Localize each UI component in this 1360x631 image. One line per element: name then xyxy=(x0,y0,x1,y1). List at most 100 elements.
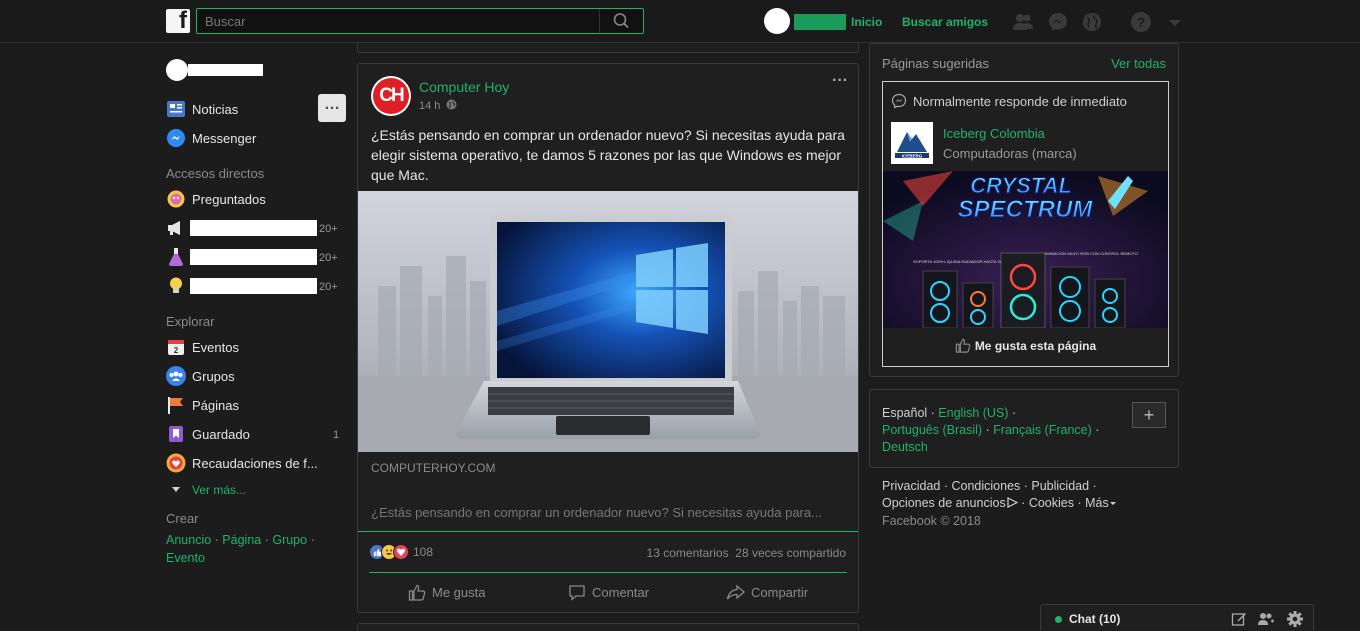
share-icon xyxy=(726,584,745,600)
language-link[interactable]: English (US) xyxy=(938,406,1008,420)
notifications-globe-icon[interactable] xyxy=(1081,11,1103,33)
megaphone-icon xyxy=(166,219,186,237)
post-link-image[interactable] xyxy=(358,191,858,452)
lightbulb-icon xyxy=(166,277,186,295)
ad-title-line2: SPECTRUM xyxy=(958,196,1094,223)
shortcut-count-badge: 20+ xyxy=(319,281,338,293)
share-button[interactable]: Compartir xyxy=(726,584,808,601)
ad-choices-link[interactable]: Opciones de anuncios xyxy=(882,496,1006,510)
friend-requests-icon[interactable] xyxy=(1012,11,1034,33)
sidebar-see-more-link[interactable]: Ver más... xyxy=(166,480,246,500)
sidebar-item-events[interactable]: 2 Eventos xyxy=(166,337,239,357)
news-feed-options-button[interactable]: … xyxy=(318,94,346,122)
create-ad-link[interactable]: Anuncio xyxy=(166,533,211,547)
ad-caption-left: SOPORTA 100% LIQUIDA RADIADOR HASTA 360M… xyxy=(913,259,1011,264)
sidebar-item-pages[interactable]: Páginas xyxy=(166,395,239,415)
language-line-1: Español · English (US) · xyxy=(882,406,1017,420)
privacy-link[interactable]: Privacidad xyxy=(882,479,940,493)
sidebar-item-saved[interactable]: Guardado xyxy=(166,424,250,444)
sidebar-item-shortcut-3[interactable] xyxy=(166,247,192,267)
comments-count[interactable]: 13 comentarios xyxy=(647,546,729,560)
explore-section-title: Explorar xyxy=(166,314,215,329)
chat-label: Chat (10) xyxy=(1069,612,1121,626)
post-timestamp[interactable]: 14 h xyxy=(419,99,457,112)
messages-icon[interactable] xyxy=(1047,11,1069,33)
create-event-link[interactable]: Evento xyxy=(166,551,205,565)
sidebar-item-shortcut-4[interactable] xyxy=(166,276,192,296)
search-icon xyxy=(613,13,629,29)
create-group-icon[interactable] xyxy=(1257,611,1275,627)
post-author-name[interactable]: Computer Hoy xyxy=(419,79,509,95)
footer-links: Privacidad · Condiciones · Publicidad · xyxy=(882,479,1097,493)
page-ad-image[interactable]: CRYSTAL SPECTRUM SOPORTA 100% LIQUIDA RA… xyxy=(883,171,1168,328)
sidebar-item-messenger[interactable]: Messenger xyxy=(166,128,256,148)
language-link[interactable]: Français (France) xyxy=(993,423,1092,437)
ad-title-line1: CRYSTAL xyxy=(970,173,1072,198)
more-link[interactable]: Más xyxy=(1085,496,1109,510)
language-link[interactable]: Deutsch xyxy=(882,440,928,454)
add-language-button[interactable]: + xyxy=(1132,402,1166,428)
comment-button[interactable]: Comentar xyxy=(568,584,649,601)
like-button[interactable]: Me gusta xyxy=(408,584,485,601)
sidebar-profile-name-redacted[interactable] xyxy=(188,64,263,76)
feed-post: CH Computer Hoy 14 h ··· ¿Estás pensando… xyxy=(357,63,859,613)
post-author-avatar[interactable]: CH xyxy=(371,76,411,116)
online-status-dot xyxy=(1055,616,1062,623)
chat-bar[interactable]: Chat (10) xyxy=(1040,604,1314,631)
copyright: Facebook © 2018 xyxy=(882,514,981,528)
link-description[interactable]: ¿Estás pensando en comprar un ordenador … xyxy=(371,505,822,520)
gear-icon[interactable] xyxy=(1286,610,1304,628)
sidebar-item-shortcut-2[interactable] xyxy=(166,218,192,238)
see-all-link[interactable]: Ver todas xyxy=(1111,56,1166,71)
search-input[interactable] xyxy=(197,9,597,33)
reaction-count: 108 xyxy=(413,545,434,559)
facebook-logo[interactable]: f xyxy=(166,7,190,34)
sidebar-item-fundraisers[interactable]: Recaudaciones de f... xyxy=(166,453,318,473)
top-navigation-bar: f Inicio Buscar amigos ? xyxy=(0,0,1360,43)
like-page-label: Me gusta esta página xyxy=(974,338,1097,353)
messenger-outline-icon xyxy=(891,93,907,109)
iceberg-logo[interactable]: ICEBERG xyxy=(891,122,933,164)
divider xyxy=(358,531,858,532)
nav-find-friends-link[interactable]: Buscar amigos xyxy=(902,15,988,29)
help-icon[interactable]: ? xyxy=(1130,11,1152,33)
shortcut-count-badge: 20+ xyxy=(319,223,338,235)
sidebar-profile-avatar[interactable] xyxy=(166,59,188,81)
terms-link[interactable]: Condiciones xyxy=(951,479,1020,493)
responds-text: Normalmente responde de inmediato xyxy=(913,93,1127,109)
post-time-text: 14 h xyxy=(419,100,441,112)
search-button[interactable] xyxy=(599,9,643,33)
fundraiser-icon xyxy=(166,453,186,473)
author-logo-text: CH xyxy=(373,78,409,114)
comment-label: Comentar xyxy=(592,585,650,600)
sidebar-item-label: Preguntados xyxy=(192,191,266,207)
shortcut-name-redacted xyxy=(190,249,317,265)
new-message-icon[interactable] xyxy=(1231,611,1247,627)
post-options-button[interactable]: ··· xyxy=(832,72,848,90)
cookies-link[interactable]: Cookies xyxy=(1029,496,1074,510)
sidebar-item-groups[interactable]: Grupos xyxy=(166,366,235,386)
shares-count[interactable]: 28 veces compartido xyxy=(735,546,846,560)
language-link[interactable]: Português (Brasil) xyxy=(882,423,982,437)
nav-home-link[interactable]: Inicio xyxy=(851,15,882,29)
thumbs-up-icon xyxy=(408,584,426,601)
next-post-card xyxy=(357,623,859,631)
page-name-link[interactable]: Iceberg Colombia xyxy=(943,126,1045,141)
like-page-button[interactable]: Me gusta esta página xyxy=(883,338,1168,353)
sidebar-item-preguntados[interactable]: Preguntados xyxy=(166,189,266,209)
sidebar-item-label: Guardado xyxy=(192,426,250,442)
sidebar-item-news-feed[interactable]: Noticias xyxy=(166,99,238,119)
sidebar-item-label: Recaudaciones de f... xyxy=(192,455,318,471)
sidebar-item-label: Páginas xyxy=(192,397,239,413)
reactions-summary[interactable]: 108 xyxy=(369,543,433,561)
flag-icon xyxy=(166,396,186,414)
link-domain[interactable]: COMPUTERHOY.COM xyxy=(371,461,495,475)
sidebar-item-label: Grupos xyxy=(192,368,235,384)
profile-avatar[interactable] xyxy=(764,8,790,34)
profile-name-redacted[interactable] xyxy=(794,14,846,30)
advertising-link[interactable]: Publicidad xyxy=(1031,479,1089,493)
create-group-link[interactable]: Grupo xyxy=(272,533,307,547)
crystal-spectrum-ad: CRYSTAL SPECTRUM SOPORTA 100% LIQUIDA RA… xyxy=(883,171,1168,328)
account-menu-chevron-icon[interactable] xyxy=(1164,11,1186,33)
create-page-link[interactable]: Página xyxy=(222,533,261,547)
